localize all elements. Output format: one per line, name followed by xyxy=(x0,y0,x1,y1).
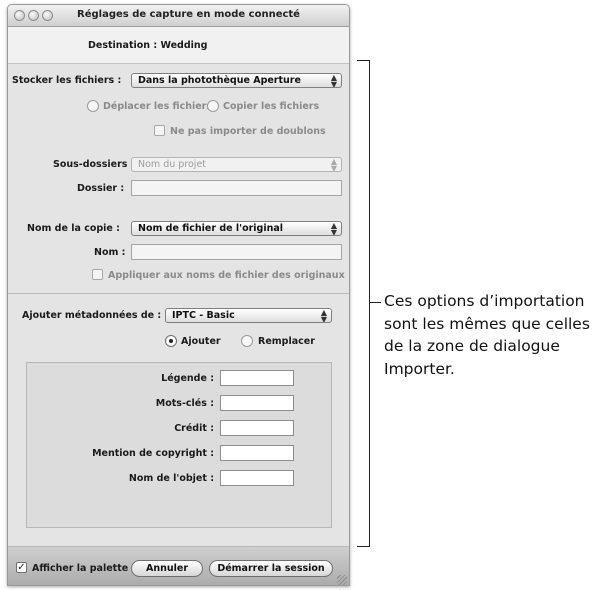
destination-panel: Destination : Wedding xyxy=(8,27,349,64)
copyright-label: Mention de copyright : xyxy=(92,448,214,459)
apply-to-originals-label: Appliquer aux noms de fichier des origin… xyxy=(108,270,345,281)
subfolders-value: Nom du projet xyxy=(138,159,207,170)
popup-arrows-icon: ▲ ▼ xyxy=(320,308,327,323)
metadata-panel: Ajouter métadonnées de : IPTC - Basic ▲ ▼… xyxy=(8,294,349,547)
import-options-panel: Stocker les fichiers : Dans la photothèq… xyxy=(8,64,349,294)
object-name-label: Nom de l'objet : xyxy=(128,473,214,484)
store-files-popup[interactable]: Dans la photothèque Aperture ▲ ▼ xyxy=(131,73,342,88)
keywords-label: Mots-clés : xyxy=(155,398,214,409)
name-label: Nom : xyxy=(94,247,126,258)
popup-arrows-icon: ▲ ▼ xyxy=(330,157,337,172)
name-field[interactable] xyxy=(131,244,342,260)
title-bar[interactable]: Réglages de capture en mode connecté xyxy=(8,5,349,27)
credit-field[interactable] xyxy=(220,420,294,436)
caption-field[interactable] xyxy=(220,370,294,386)
copy-files-radio[interactable] xyxy=(207,100,219,112)
no-duplicates-checkbox[interactable] xyxy=(154,125,165,136)
show-palette-checkbox[interactable]: ✓ xyxy=(16,562,27,573)
callout-bracket xyxy=(369,60,370,547)
caption-label: Légende : xyxy=(161,373,214,384)
store-files-value: Dans la photothèque Aperture xyxy=(138,75,301,86)
start-session-button[interactable]: Démarrer la session xyxy=(209,560,333,577)
object-name-field[interactable] xyxy=(220,470,294,486)
replace-metadata-radio[interactable] xyxy=(241,335,253,347)
callout-text: Ces options d’importation sont les mêmes… xyxy=(384,292,590,378)
credit-label: Crédit : xyxy=(174,423,214,434)
store-files-label: Stocker les fichiers : xyxy=(12,75,122,86)
no-duplicates-label: Ne pas importer de doublons xyxy=(170,126,326,137)
folder-label: Dossier : xyxy=(77,183,125,194)
add-metadata-radio[interactable] xyxy=(165,335,177,347)
metadata-preset-value: IPTC - Basic xyxy=(172,310,235,321)
metadata-fields-box: Légende : Mots-clés : Crédit : Mention d… xyxy=(26,362,332,528)
destination-text: Destination : Wedding xyxy=(88,40,208,51)
replace-metadata-radio-label: Remplacer xyxy=(258,336,315,347)
cancel-button[interactable]: Annuler xyxy=(131,560,203,577)
window-title: Réglages de capture en mode connecté xyxy=(77,9,300,20)
copyright-field[interactable] xyxy=(220,445,294,461)
add-metadata-radio-label: Ajouter xyxy=(181,336,221,347)
popup-arrows-icon: ▲ ▼ xyxy=(330,221,337,236)
keywords-field[interactable] xyxy=(220,395,294,411)
footer-bar: ✓ Afficher la palette Annuler Démarrer l… xyxy=(8,547,349,585)
version-name-popup[interactable]: Nom de fichier de l'original ▲ ▼ xyxy=(131,221,342,236)
callout-bracket-bottom xyxy=(357,546,370,547)
metadata-preset-popup[interactable]: IPTC - Basic ▲ ▼ xyxy=(165,308,332,323)
subfolders-label: Sous-dossiers : xyxy=(53,159,135,170)
resize-grip-icon[interactable] xyxy=(337,575,347,585)
popup-arrows-icon: ▲ ▼ xyxy=(330,73,337,88)
callout-bracket-top xyxy=(357,60,370,61)
add-metadata-label: Ajouter métadonnées de : xyxy=(22,310,162,321)
callout-leader-line xyxy=(369,302,381,303)
move-files-radio[interactable] xyxy=(87,100,99,112)
move-files-label: Déplacer les fichiers xyxy=(103,101,212,112)
version-name-value: Nom de fichier de l'original xyxy=(138,223,284,234)
folder-field[interactable] xyxy=(131,180,342,196)
apply-to-originals-checkbox[interactable] xyxy=(92,269,103,280)
show-palette-label: Afficher la palette xyxy=(32,563,129,574)
version-name-label: Nom de la copie : xyxy=(27,223,120,234)
capture-settings-window: Réglages de capture en mode connecté Des… xyxy=(7,4,350,586)
copy-files-label: Copier les fichiers xyxy=(223,101,320,112)
subfolders-popup[interactable]: Nom du projet ▲ ▼ xyxy=(131,157,342,172)
